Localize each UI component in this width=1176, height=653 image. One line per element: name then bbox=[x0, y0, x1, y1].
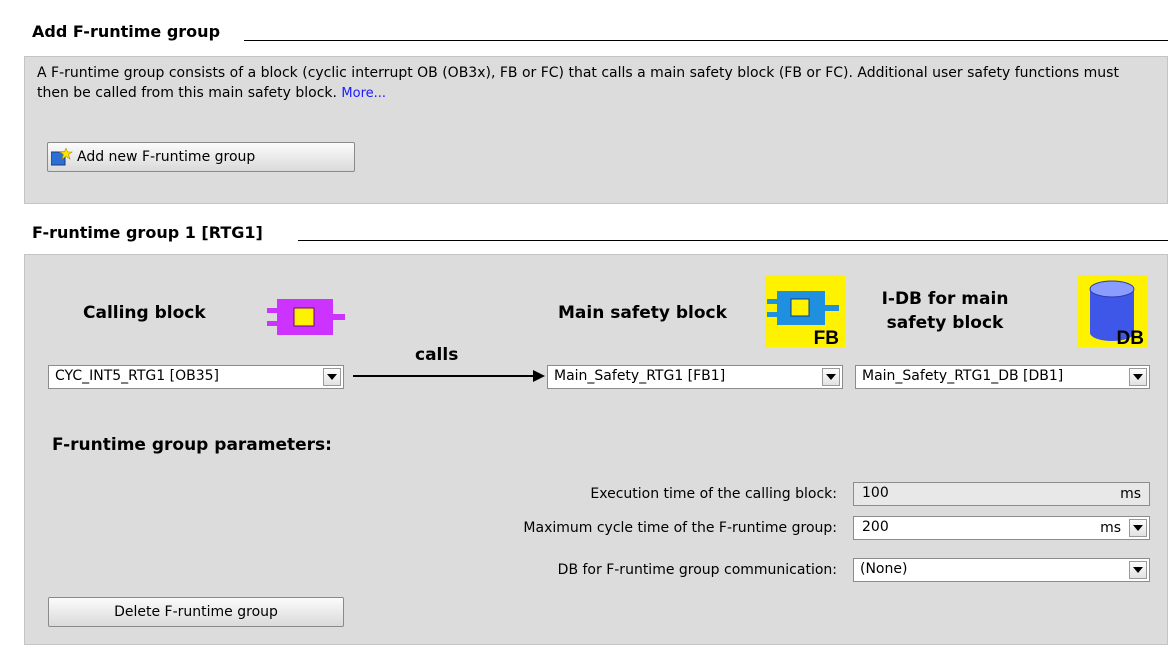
idb-label-line2: safety block bbox=[886, 313, 1004, 333]
delete-f-runtime-group-button[interactable]: Delete F-runtime group bbox=[48, 597, 344, 627]
calls-label: calls bbox=[415, 345, 459, 365]
add-section-description: A F-runtime group consists of a block (c… bbox=[37, 63, 1147, 104]
chevron-down-icon[interactable] bbox=[323, 368, 341, 386]
db-icon: DB bbox=[1078, 275, 1148, 349]
execution-time-field: 100 ms bbox=[853, 482, 1150, 506]
idb-value: Main_Safety_RTG1_DB [DB1] bbox=[862, 368, 1064, 384]
execution-time-unit: ms bbox=[1120, 486, 1141, 502]
group-section-title: F-runtime group 1 [RTG1] bbox=[32, 223, 263, 242]
db-icon-text: DB bbox=[1116, 328, 1144, 349]
chevron-down-icon[interactable] bbox=[1129, 561, 1147, 579]
fb-icon: FB bbox=[765, 275, 845, 349]
max-cycle-time-input[interactable]: 200 ms bbox=[853, 516, 1150, 540]
chevron-down-icon[interactable] bbox=[1129, 368, 1147, 386]
chevron-down-icon[interactable] bbox=[1129, 519, 1147, 537]
idb-label-line1: I-DB for main bbox=[881, 289, 1009, 309]
parameters-title: F-runtime group parameters: bbox=[52, 435, 332, 455]
execution-time-label: Execution time of the calling block: bbox=[590, 486, 837, 502]
calling-block-select[interactable]: CYC_INT5_RTG1 [OB35] bbox=[48, 365, 344, 389]
add-group-icon bbox=[50, 147, 73, 166]
group-section-panel: Calling block CYC_INT5_RTG1 [OB35] calls… bbox=[24, 254, 1168, 645]
main-safety-block-value: Main_Safety_RTG1 [FB1] bbox=[554, 368, 726, 384]
group-section-underline bbox=[298, 240, 1168, 241]
db-communication-select[interactable]: (None) bbox=[853, 558, 1150, 582]
fb-icon-text: FB bbox=[813, 328, 839, 349]
calling-block-label: Calling block bbox=[83, 303, 206, 323]
add-new-f-runtime-group-button[interactable]: Add new F-runtime group bbox=[47, 142, 355, 172]
calling-block-icon bbox=[267, 297, 347, 341]
max-cycle-time-value: 200 bbox=[862, 519, 889, 535]
description-text: A F-runtime group consists of a block (c… bbox=[37, 65, 1119, 101]
add-section-title: Add F-runtime group bbox=[32, 22, 221, 41]
add-section-panel: A F-runtime group consists of a block (c… bbox=[24, 56, 1168, 204]
calling-block-value: CYC_INT5_RTG1 [OB35] bbox=[55, 368, 219, 384]
more-link[interactable]: More... bbox=[341, 86, 386, 101]
delete-button-label: Delete F-runtime group bbox=[114, 604, 278, 620]
main-safety-block-label: Main safety block bbox=[558, 303, 727, 323]
chevron-down-icon[interactable] bbox=[822, 368, 840, 386]
db-communication-label: DB for F-runtime group communication: bbox=[557, 562, 837, 578]
max-cycle-time-unit: ms bbox=[1100, 520, 1121, 536]
add-section-underline bbox=[244, 40, 1168, 41]
db-communication-value: (None) bbox=[860, 561, 908, 577]
execution-time-value: 100 bbox=[862, 485, 889, 501]
main-safety-block-select[interactable]: Main_Safety_RTG1 [FB1] bbox=[547, 365, 843, 389]
calls-arrow-icon bbox=[353, 368, 545, 388]
max-cycle-time-label[interactable]: Maximum cycle time of the F-runtime grou… bbox=[277, 520, 837, 536]
add-button-label: Add new F-runtime group bbox=[77, 149, 256, 165]
idb-select[interactable]: Main_Safety_RTG1_DB [DB1] bbox=[855, 365, 1150, 389]
